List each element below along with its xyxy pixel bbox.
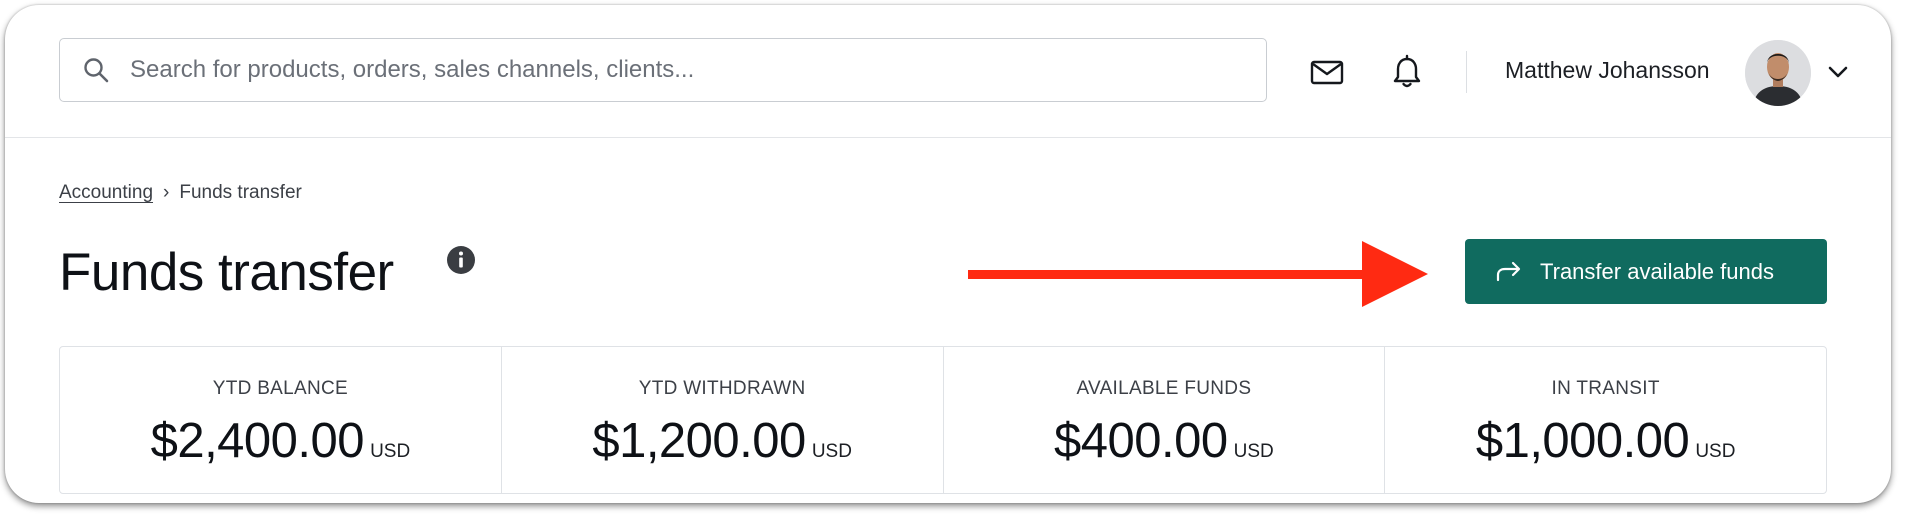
transfer-available-funds-button[interactable]: Transfer available funds — [1465, 239, 1827, 304]
red-arrow-icon — [968, 241, 1428, 307]
stats-panel: YTD BALANCE $2,400.00 USD YTD WITHDRAWN $… — [59, 346, 1827, 494]
stat-amount: $400.00 — [1054, 414, 1228, 468]
stat-currency: USD — [811, 441, 852, 462]
stat-currency: USD — [1695, 441, 1736, 462]
stat-value: $400.00 USD — [944, 411, 1385, 483]
stat-value: $2,400.00 USD — [60, 411, 501, 483]
user-name[interactable]: Matthew Johansson — [1505, 55, 1710, 85]
breadcrumb-current: Funds transfer — [179, 182, 302, 203]
stat-currency: USD — [1233, 441, 1274, 462]
stat-currency: USD — [370, 441, 411, 462]
info-icon[interactable] — [446, 245, 476, 275]
stat-in-transit: IN TRANSIT $1,000.00 USD — [1385, 347, 1826, 493]
stat-label: YTD BALANCE — [212, 378, 349, 399]
stat-value: $1,200.00 USD — [502, 411, 943, 483]
transfer-button-label: Transfer available funds — [1540, 259, 1774, 284]
search-placeholder: Search for products, orders, sales chann… — [130, 56, 695, 83]
forward-arrow-icon — [1496, 261, 1521, 282]
breadcrumb-separator: › — [163, 182, 170, 203]
mail-icon[interactable] — [1309, 54, 1345, 90]
stat-label: IN TRANSIT — [1551, 378, 1660, 399]
stat-amount: $2,400.00 — [150, 414, 365, 468]
chevron-down-icon[interactable] — [1825, 61, 1851, 83]
avatar-image — [1745, 40, 1811, 106]
stat-amount: $1,200.00 — [592, 414, 806, 468]
stat-value: $1,000.00 USD — [1385, 411, 1826, 483]
header-divider — [1466, 51, 1467, 93]
stat-available-funds: AVAILABLE FUNDS $400.00 USD — [944, 347, 1386, 493]
breadcrumb: Accounting › Funds transfer — [59, 181, 302, 205]
avatar[interactable] — [1745, 40, 1811, 106]
breadcrumb-link-accounting[interactable]: Accounting — [59, 182, 153, 203]
search-input[interactable]: Search for products, orders, sales chann… — [59, 38, 1267, 102]
stat-amount: $1,000.00 — [1475, 414, 1690, 468]
bell-icon[interactable] — [1389, 54, 1425, 90]
stat-label: AVAILABLE FUNDS — [1076, 378, 1252, 399]
app-window: Search for products, orders, sales chann… — [5, 5, 1891, 503]
top-bar: Search for products, orders, sales chann… — [5, 5, 1891, 138]
search-icon — [84, 58, 109, 83]
page-title: Funds transfer — [59, 243, 394, 302]
stat-ytd-withdrawn: YTD WITHDRAWN $1,200.00 USD — [502, 347, 944, 493]
stat-label: YTD WITHDRAWN — [638, 378, 806, 399]
stat-ytd-balance: YTD BALANCE $2,400.00 USD — [60, 347, 502, 493]
